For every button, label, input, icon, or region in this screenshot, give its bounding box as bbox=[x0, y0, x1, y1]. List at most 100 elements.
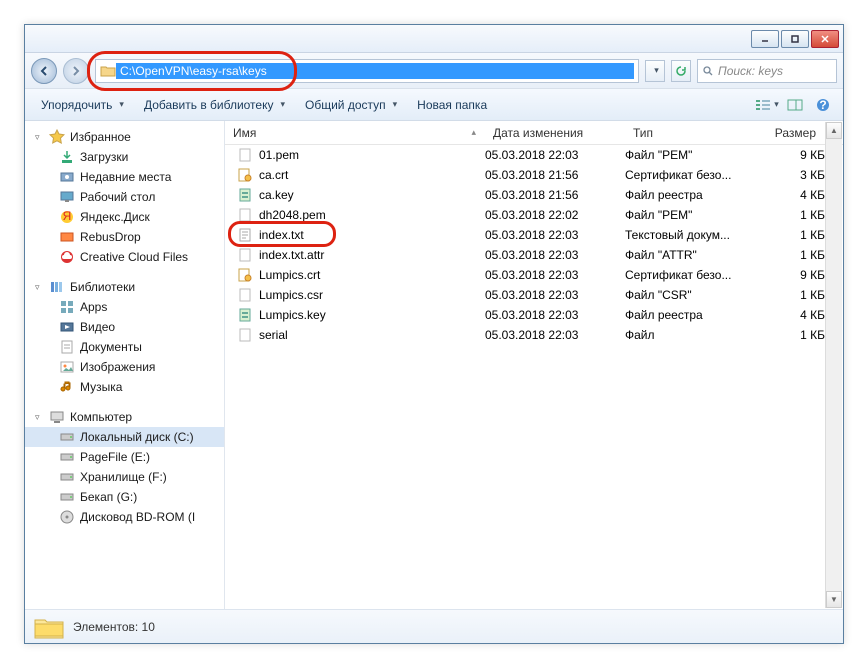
search-placeholder: Поиск: keys bbox=[718, 64, 783, 78]
address-bar[interactable] bbox=[95, 59, 639, 83]
sidebar: ▿ИзбранноеЗагрузкиНедавние местаРабочий … bbox=[25, 121, 225, 609]
address-bar-wrap bbox=[95, 59, 639, 83]
sidebar-header[interactable]: ▿Библиотеки bbox=[25, 277, 224, 297]
folder-large-icon bbox=[33, 614, 65, 640]
file-list: 01.pem 05.03.2018 22:03 Файл "PEM" 9 КБ … bbox=[225, 145, 843, 609]
mus-icon bbox=[59, 379, 75, 395]
share-button[interactable]: Общий доступ bbox=[297, 93, 405, 117]
sidebar-item[interactable]: Локальный диск (C:) bbox=[25, 427, 224, 447]
folder-icon bbox=[100, 63, 116, 79]
status-bar: Элементов: 10 bbox=[25, 609, 843, 643]
search-icon bbox=[702, 65, 714, 77]
recent-icon bbox=[59, 169, 75, 185]
yd-icon: Я bbox=[59, 209, 75, 225]
file-icon bbox=[237, 247, 253, 263]
sidebar-header[interactable]: ▿Компьютер bbox=[25, 407, 224, 427]
address-dropdown[interactable] bbox=[645, 60, 665, 82]
add-to-library-button[interactable]: Добавить в библиотеку bbox=[136, 93, 293, 117]
help-button[interactable]: ? bbox=[811, 93, 835, 117]
col-name[interactable]: Имя▴ bbox=[225, 126, 485, 140]
sidebar-item[interactable]: Документы bbox=[25, 337, 224, 357]
file-row[interactable]: Lumpics.crt 05.03.2018 22:03 Сертификат … bbox=[225, 265, 843, 285]
file-row[interactable]: index.txt 05.03.2018 22:03 Текстовый док… bbox=[225, 225, 843, 245]
scroll-up-button[interactable]: ▲ bbox=[826, 122, 842, 139]
file-row[interactable]: ca.key 05.03.2018 21:56 Файл реестра 4 К… bbox=[225, 185, 843, 205]
maximize-button[interactable] bbox=[781, 30, 809, 48]
hdd-icon bbox=[59, 469, 75, 485]
col-size[interactable]: Размер bbox=[755, 126, 825, 140]
back-button[interactable] bbox=[31, 58, 57, 84]
file-row[interactable]: 01.pem 05.03.2018 22:03 Файл "PEM" 9 КБ bbox=[225, 145, 843, 165]
sidebar-item[interactable]: Дисковод BD-ROM (I bbox=[25, 507, 224, 527]
new-folder-button[interactable]: Новая папка bbox=[409, 93, 495, 117]
explorer-window: Поиск: keys Упорядочить Добавить в библи… bbox=[24, 24, 844, 644]
search-box[interactable]: Поиск: keys bbox=[697, 59, 837, 83]
close-button[interactable] bbox=[811, 30, 839, 48]
bd-icon bbox=[59, 509, 75, 525]
sidebar-item[interactable]: Хранилище (F:) bbox=[25, 467, 224, 487]
vertical-scrollbar[interactable]: ▲ ▼ bbox=[825, 122, 842, 608]
svg-text:?: ? bbox=[819, 98, 826, 112]
view-button[interactable] bbox=[755, 93, 779, 117]
dl-icon bbox=[59, 149, 75, 165]
sidebar-item[interactable]: Загрузки bbox=[25, 147, 224, 167]
forward-button[interactable] bbox=[63, 58, 89, 84]
address-input[interactable] bbox=[116, 63, 634, 79]
lib-icon bbox=[49, 279, 65, 295]
comp-icon bbox=[49, 409, 65, 425]
hdd-icon bbox=[59, 429, 75, 445]
file-icon bbox=[237, 327, 253, 343]
hdd-icon bbox=[59, 489, 75, 505]
sidebar-item[interactable]: Изображения bbox=[25, 357, 224, 377]
desk-icon bbox=[59, 189, 75, 205]
sidebar-item[interactable]: Apps bbox=[25, 297, 224, 317]
file-icon bbox=[237, 307, 253, 323]
file-icon bbox=[237, 227, 253, 243]
minimize-button[interactable] bbox=[751, 30, 779, 48]
file-area: Имя▴ Дата изменения Тип Размер 01.pem 05… bbox=[225, 121, 843, 609]
file-row[interactable]: Lumpics.key 05.03.2018 22:03 Файл реестр… bbox=[225, 305, 843, 325]
refresh-button[interactable] bbox=[671, 60, 691, 82]
file-row[interactable]: Lumpics.csr 05.03.2018 22:03 Файл "CSR" … bbox=[225, 285, 843, 305]
sidebar-item[interactable]: RebusDrop bbox=[25, 227, 224, 247]
file-icon bbox=[237, 287, 253, 303]
file-icon bbox=[237, 207, 253, 223]
apps-icon bbox=[59, 299, 75, 315]
sidebar-item[interactable]: Creative Cloud Files bbox=[25, 247, 224, 267]
star-icon bbox=[49, 129, 65, 145]
file-row[interactable]: dh2048.pem 05.03.2018 22:02 Файл "PEM" 1… bbox=[225, 205, 843, 225]
sidebar-item[interactable]: Музыка bbox=[25, 377, 224, 397]
toolbar: Упорядочить Добавить в библиотеку Общий … bbox=[25, 89, 843, 121]
title-bar bbox=[25, 25, 843, 53]
sidebar-item[interactable]: Рабочий стол bbox=[25, 187, 224, 207]
sidebar-header[interactable]: ▿Избранное bbox=[25, 127, 224, 147]
rd-icon bbox=[59, 229, 75, 245]
sidebar-item[interactable]: Бекап (G:) bbox=[25, 487, 224, 507]
svg-text:Я: Я bbox=[63, 209, 72, 223]
status-text: Элементов: 10 bbox=[73, 620, 155, 634]
file-icon bbox=[237, 167, 253, 183]
file-icon bbox=[237, 147, 253, 163]
column-headers: Имя▴ Дата изменения Тип Размер bbox=[225, 121, 843, 145]
sidebar-item[interactable]: Видео bbox=[25, 317, 224, 337]
organize-button[interactable]: Упорядочить bbox=[33, 93, 132, 117]
sidebar-item[interactable]: PageFile (E:) bbox=[25, 447, 224, 467]
sidebar-item[interactable]: ЯЯндекс.Диск bbox=[25, 207, 224, 227]
scroll-down-button[interactable]: ▼ bbox=[826, 591, 842, 608]
img-icon bbox=[59, 359, 75, 375]
cc-icon bbox=[59, 249, 75, 265]
hdd-icon bbox=[59, 449, 75, 465]
col-date[interactable]: Дата изменения bbox=[485, 126, 625, 140]
doc-icon bbox=[59, 339, 75, 355]
sidebar-item[interactable]: Недавние места bbox=[25, 167, 224, 187]
nav-row: Поиск: keys bbox=[25, 53, 843, 89]
col-type[interactable]: Тип bbox=[625, 126, 755, 140]
body: ▿ИзбранноеЗагрузкиНедавние местаРабочий … bbox=[25, 121, 843, 609]
file-row[interactable]: ca.crt 05.03.2018 21:56 Сертификат безо.… bbox=[225, 165, 843, 185]
preview-pane-button[interactable] bbox=[783, 93, 807, 117]
file-row[interactable]: serial 05.03.2018 22:03 Файл 1 КБ bbox=[225, 325, 843, 345]
file-icon bbox=[237, 187, 253, 203]
vid-icon bbox=[59, 319, 75, 335]
file-icon bbox=[237, 267, 253, 283]
file-row[interactable]: index.txt.attr 05.03.2018 22:03 Файл "AT… bbox=[225, 245, 843, 265]
